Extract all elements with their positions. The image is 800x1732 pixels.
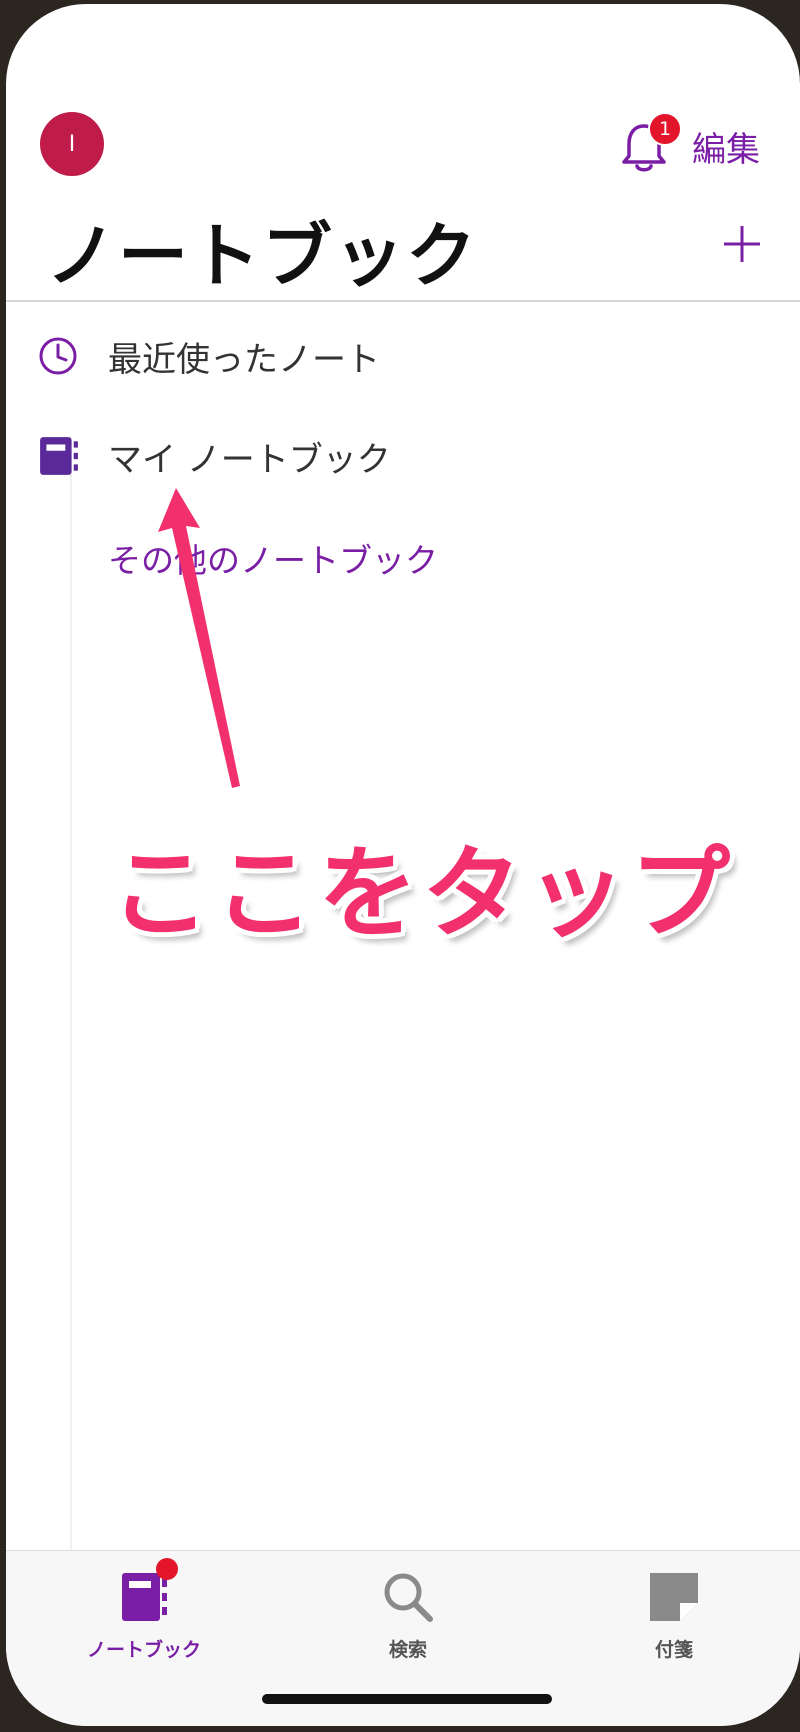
- avatar-initial: I: [68, 131, 76, 157]
- avatar[interactable]: I: [40, 112, 104, 176]
- tab-label: 付箋: [654, 1639, 693, 1661]
- page-title: ノートブック: [46, 215, 478, 297]
- list-item-label: 最近使ったノート: [108, 339, 380, 380]
- edit-button[interactable]: 編集: [692, 122, 760, 171]
- app-screen: I 1 編集 ノートブック 最近使ったノート マイ ノートブック その他のノート…: [6, 4, 800, 1726]
- notebook-indent-line: [70, 474, 72, 1554]
- tab-notification-dot: [156, 1558, 178, 1580]
- header-divider: [6, 300, 800, 302]
- tab-label: 検索: [388, 1639, 427, 1661]
- search-icon: [384, 1573, 433, 1622]
- tab-search[interactable]: 検索: [318, 1569, 498, 1679]
- notification-badge: 1: [648, 112, 682, 146]
- sticky-note-icon: [650, 1573, 698, 1621]
- tab-label: ノートブック: [86, 1639, 201, 1661]
- notebook-icon: [40, 437, 78, 475]
- clock-icon: [39, 337, 77, 375]
- tab-notebooks[interactable]: ノートブック: [54, 1569, 234, 1679]
- list-item-label: マイ ノートブック: [108, 439, 391, 480]
- annotation-text: ここをタップ: [110, 835, 734, 952]
- list-item-recent-notes[interactable]: 最近使ったノート: [6, 316, 800, 396]
- tab-sticky-notes[interactable]: 付箋: [584, 1569, 764, 1679]
- list-item-my-notebook[interactable]: マイ ノートブック: [6, 416, 800, 496]
- home-indicator[interactable]: [262, 1694, 552, 1704]
- add-icon[interactable]: [722, 224, 762, 264]
- annotation-arrow: [158, 488, 240, 788]
